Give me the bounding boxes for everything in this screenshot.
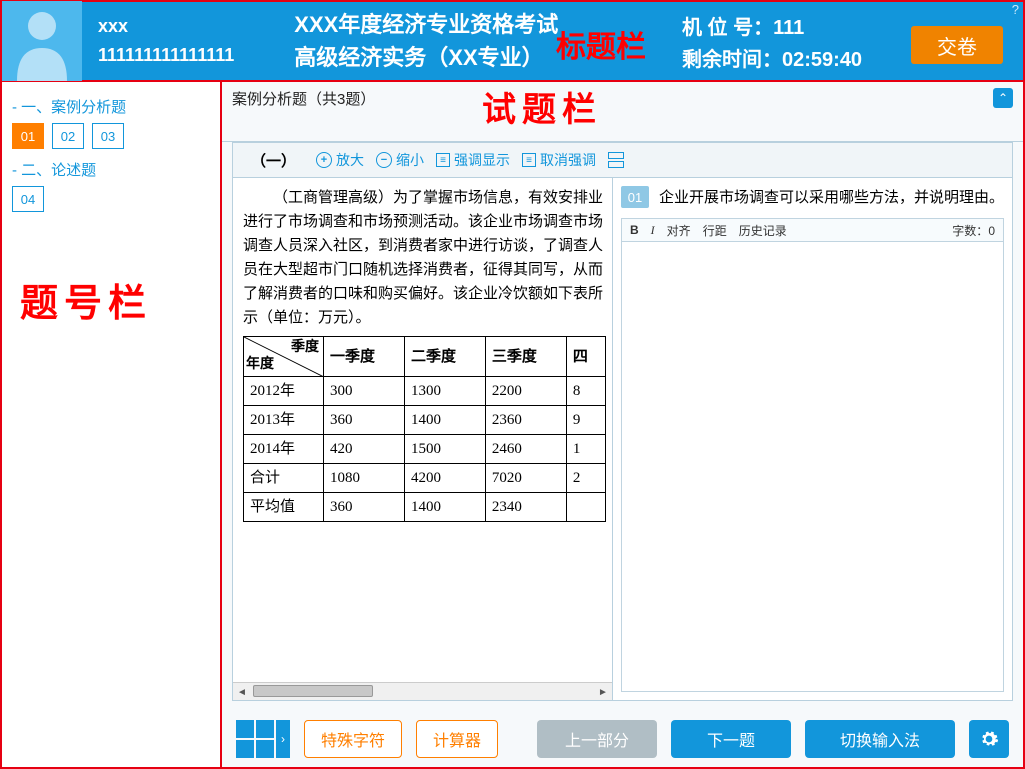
ime-switch-button[interactable]: 切换输入法: [805, 720, 955, 758]
question-panel-label: 题号栏: [20, 272, 152, 327]
help-icon[interactable]: ?: [1012, 2, 1019, 17]
scroll-left-icon[interactable]: ◄: [233, 683, 251, 701]
prev-section-button[interactable]: 上一部分: [537, 720, 657, 758]
remaining-time: 02:59:40: [782, 49, 862, 71]
passage-text: （工商管理高级）为了掌握市场信息，有效安排业进行了市场调查和市场预测活动。该企业…: [243, 186, 606, 330]
table-row: 平均值36014002340: [244, 493, 606, 522]
highlight-button[interactable]: ≡强调显示: [436, 150, 510, 170]
highlight-icon: ≡: [436, 153, 450, 167]
gear-icon: [979, 729, 999, 749]
question-nav-03[interactable]: 03: [92, 123, 124, 149]
question-nav-01[interactable]: 01: [12, 123, 44, 149]
panel-toggle-button[interactable]: ›: [236, 720, 290, 758]
answer-editor[interactable]: [621, 242, 1004, 692]
special-chars-button[interactable]: 特殊字符: [304, 720, 402, 758]
seat-number: 111: [773, 17, 804, 39]
bold-button[interactable]: B: [630, 223, 639, 237]
user-id: 111111111111111: [98, 41, 234, 70]
answer-pane: 01 企业开展市场调查可以采用哪些方法，并说明理由。 B I 对齐 行距 历史记…: [613, 178, 1012, 700]
settings-button[interactable]: [969, 720, 1009, 758]
zoom-out-button[interactable]: −缩小: [376, 150, 424, 170]
minus-icon: −: [376, 152, 392, 168]
collapse-icon[interactable]: ⌃: [993, 88, 1013, 108]
section-heading: 案例分析题（共3题）: [232, 88, 1013, 109]
question-content-panel: 案例分析题（共3题） ⌃ 试题栏 （一） +放大 −缩小 ≡强调显示 ≡取消强调…: [222, 82, 1025, 769]
scroll-right-icon[interactable]: ►: [594, 683, 612, 701]
align-button[interactable]: 对齐: [667, 222, 691, 239]
zoom-in-button[interactable]: +放大: [316, 150, 364, 170]
question-nav-04[interactable]: 04: [12, 186, 44, 212]
table-row: 合计1080420070202: [244, 464, 606, 493]
horizontal-scrollbar[interactable]: ◄ ►: [233, 682, 612, 700]
question-panel-overlay-label: 试题栏: [482, 82, 602, 131]
seat-time-block: 机 位 号：111 剩余时间：02:59:40: [682, 12, 862, 76]
table-row: 2014年420150024601: [244, 435, 606, 464]
wordcount-label: 字数：0: [952, 222, 995, 239]
passage-tab-1[interactable]: （一）: [243, 150, 304, 171]
question-nav-02[interactable]: 02: [52, 123, 84, 149]
table-row: 2013年360140023609: [244, 406, 606, 435]
passage-toolbar: （一） +放大 −缩小 ≡强调显示 ≡取消强调: [232, 142, 1013, 178]
grid-icon: [236, 720, 274, 758]
calculator-button[interactable]: 计算器: [416, 720, 498, 758]
linespacing-button[interactable]: 行距: [703, 222, 727, 239]
answer-number-badge: 01: [621, 186, 649, 208]
question-stem: 企业开展市场调查可以采用哪些方法，并说明理由。: [659, 186, 1004, 210]
username: xxx: [98, 12, 234, 41]
next-question-button[interactable]: 下一题: [671, 720, 791, 758]
data-table: 季度 年度 一季度 二季度 三季度 四 2012年300130022008 20…: [243, 336, 606, 522]
editor-toolbar: B I 对齐 行距 历史记录 字数：0: [621, 218, 1004, 242]
unhighlight-button[interactable]: ≡取消强调: [522, 150, 596, 170]
italic-button[interactable]: I: [651, 223, 655, 238]
unhighlight-icon: ≡: [522, 153, 536, 167]
split-view-button[interactable]: [608, 152, 624, 168]
footer-bar: › 特殊字符 计算器 上一部分 下一题 切换输入法: [222, 711, 1023, 767]
plus-icon: +: [316, 152, 332, 168]
chevron-right-icon: ›: [276, 720, 290, 758]
title-bar: xxx 111111111111111 XXX年度经济专业资格考试 高级经济实务…: [0, 0, 1025, 82]
table-row: 2012年300130022008: [244, 377, 606, 406]
exam-title: XXX年度经济专业资格考试 高级经济实务（XX专业）: [294, 8, 558, 74]
section-2-title[interactable]: 二、论述题: [12, 159, 210, 180]
title-bar-label: 标题栏: [556, 22, 646, 66]
table-corner-header: 季度 年度: [244, 337, 324, 377]
submit-exam-button[interactable]: 交卷: [911, 26, 1003, 64]
user-info: xxx 111111111111111: [98, 12, 234, 70]
section-1-title[interactable]: 一、案例分析题: [12, 96, 210, 117]
question-number-panel: 一、案例分析题 01 02 03 二、论述题 04 题号栏: [0, 82, 222, 769]
passage-pane: （工商管理高级）为了掌握市场信息，有效安排业进行了市场调查和市场预测活动。该企业…: [233, 178, 613, 700]
history-button[interactable]: 历史记录: [739, 222, 787, 239]
avatar: [2, 1, 82, 81]
scroll-thumb[interactable]: [253, 685, 373, 697]
